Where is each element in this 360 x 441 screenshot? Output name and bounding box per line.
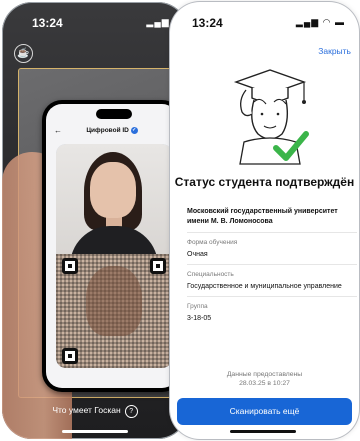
provided-date: 28.03.25 в 10:27 — [239, 380, 290, 388]
field-value: Очная — [187, 250, 208, 258]
close-button[interactable]: Закрыть — [318, 46, 351, 56]
student-info: Московский государственный университет и… — [187, 207, 357, 324]
home-indicator — [230, 430, 296, 433]
scan-again-button[interactable]: Сканировать ещё — [177, 398, 352, 425]
question-icon: ? — [124, 405, 138, 418]
field-value: 3-18-05 — [187, 315, 212, 323]
qr-finder-pattern — [62, 258, 78, 274]
qr-code — [56, 254, 172, 368]
qr-finder-pattern — [62, 348, 78, 364]
scanned-phone: ← Цифровой ID ✓ — [42, 100, 182, 392]
status-bar: 13:24 ▂▄▆ ◠ — [2, 2, 188, 42]
divider — [187, 231, 357, 233]
university-name: Московский государственный университет и… — [187, 208, 338, 225]
status-title: Статус студента подтверждён — [174, 175, 355, 189]
verified-icon: ✓ — [130, 127, 138, 134]
what-goskan-can-link[interactable]: Что умеет Госкан? — [2, 405, 188, 418]
status-time: 13:24 — [32, 16, 63, 30]
field-label: Форма обучения — [187, 238, 238, 246]
signal-icon: ▂▄▆ ◠ ▬ — [295, 17, 345, 27]
hint-text: Что умеет Госкан — [52, 405, 121, 415]
status-time: 13:24 — [192, 16, 223, 30]
field-label: Группа — [187, 303, 208, 311]
data-provided-note: Данные предоставлены 28.03.25 в 10:27 — [170, 370, 359, 388]
field-value: Государственное и муниципальное управлен… — [187, 283, 342, 291]
field-label: Специальность — [187, 271, 234, 279]
qr-finder-pattern — [150, 258, 166, 274]
provided-line: Данные предоставлены — [226, 371, 303, 378]
home-indicator — [62, 430, 128, 433]
id-photo — [56, 144, 172, 266]
digital-id-title: Цифровой ID — [86, 127, 129, 135]
divider — [187, 296, 357, 298]
divider — [187, 264, 357, 266]
digital-id-card — [56, 144, 172, 368]
scanner-phone: 13:24 ▂▄▆ ◠ ☕ ← Цифровой ID ✓ Что умеет … — [2, 2, 188, 439]
result-phone: 13:24 ▂▄▆ ◠ ▬ Закрыть Статус студента по… — [170, 2, 359, 439]
digital-id-header: ← Цифровой ID ✓ — [46, 126, 178, 140]
cup-icon[interactable]: ☕ — [14, 44, 33, 63]
student-illustration-icon — [233, 69, 309, 165]
